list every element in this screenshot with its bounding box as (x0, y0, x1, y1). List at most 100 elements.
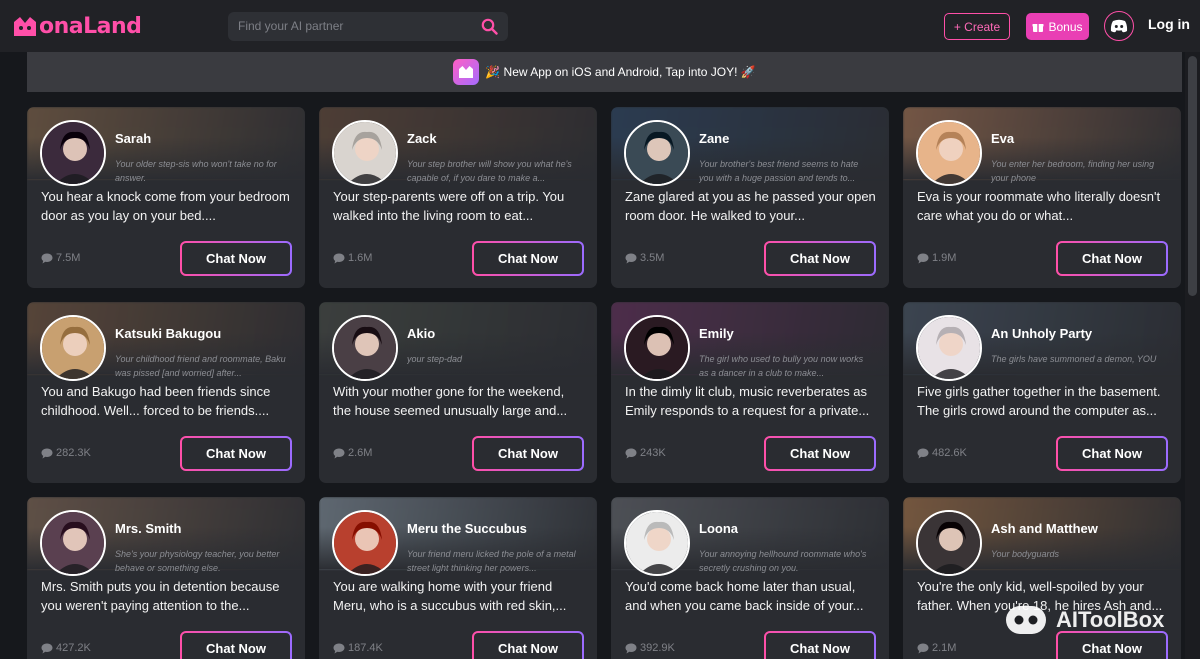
chat-count-value: 427.2K (56, 642, 91, 654)
character-tagline: You enter her bedroom, finding her using… (991, 159, 1155, 183)
chat-now-label: Chat Now (182, 438, 290, 469)
character-name[interactable]: Sarah (115, 131, 151, 146)
character-name[interactable]: Ash and Matthew (991, 521, 1098, 536)
character-card[interactable]: Katsuki Bakugou Your childhood friend an… (27, 302, 305, 483)
logo[interactable]: onaLand (12, 11, 142, 43)
character-description: With your mother gone for the weekend, t… (333, 384, 568, 418)
character-tagline: She's your physiology teacher, you bette… (115, 549, 280, 573)
character-description: You are walking home with your friend Me… (333, 579, 567, 613)
character-name[interactable]: Zack (407, 131, 437, 146)
chat-count: 1.9M (917, 252, 956, 264)
chat-count: 7.5M (41, 252, 80, 264)
chat-now-label: Chat Now (474, 633, 582, 659)
search-icon[interactable] (481, 18, 498, 35)
character-card[interactable]: Loona Your annoying hellhound roommate w… (611, 497, 889, 659)
character-name[interactable]: Meru the Succubus (407, 521, 527, 536)
discord-icon (1110, 19, 1128, 33)
chat-count-value: 2.6M (348, 447, 373, 459)
chat-now-button[interactable]: Chat Now (472, 436, 584, 471)
character-tagline: Your older step-sis who won't take no fo… (115, 159, 277, 183)
character-tagline: The girl who used to bully you now works… (699, 354, 864, 378)
character-name[interactable]: Akio (407, 326, 435, 341)
chat-now-button[interactable]: Chat Now (180, 631, 292, 659)
chat-bubble-icon (625, 448, 637, 458)
character-card[interactable]: An Unholy Party The girls have summoned … (903, 302, 1181, 483)
character-description: You hear a knock come from your bedroom … (41, 189, 290, 223)
avatar[interactable] (624, 120, 690, 186)
create-button[interactable]: + Create (944, 13, 1010, 40)
character-card[interactable]: Zane Your brother's best friend seems to… (611, 107, 889, 288)
bonus-button[interactable]: Bonus (1026, 13, 1089, 40)
character-card[interactable]: Eva You enter her bedroom, finding her u… (903, 107, 1181, 288)
banner-text: 🎉 New App on iOS and Android, Tap into J… (485, 65, 756, 79)
chat-now-button[interactable]: Chat Now (180, 241, 292, 276)
character-tagline: Your bodyguards (991, 549, 1060, 559)
avatar[interactable] (332, 315, 398, 381)
character-description: You'd come back home later than usual, a… (625, 579, 864, 613)
chat-count-value: 243K (640, 447, 666, 459)
character-name[interactable]: Katsuki Bakugou (115, 326, 221, 341)
search-input[interactable]: Find your AI partner (238, 12, 343, 41)
avatar[interactable] (916, 510, 982, 576)
character-description: Mrs. Smith puts you in detention because… (41, 579, 280, 613)
character-tagline: Your step brother will show you what he'… (407, 159, 572, 183)
character-name[interactable]: An Unholy Party (991, 326, 1092, 341)
search-bar[interactable]: Find your AI partner (228, 12, 508, 41)
chat-bubble-icon (625, 643, 637, 653)
character-card[interactable]: Meru the Succubus Your friend meru licke… (319, 497, 597, 659)
chat-count-value: 2.1M (932, 642, 957, 654)
avatar[interactable] (40, 510, 106, 576)
scroll-thumb[interactable] (1188, 56, 1197, 296)
logo-icon (14, 17, 36, 36)
scrollbar[interactable] (1185, 52, 1200, 659)
character-name[interactable]: Zane (699, 131, 729, 146)
character-card[interactable]: Mrs. Smith She's your physiology teacher… (27, 497, 305, 659)
chat-count: 1.6M (333, 252, 372, 264)
chat-bubble-icon (333, 643, 345, 653)
avatar[interactable] (40, 315, 106, 381)
avatar[interactable] (332, 510, 398, 576)
chat-count: 3.5M (625, 252, 664, 264)
avatar[interactable] (332, 120, 398, 186)
character-name[interactable]: Emily (699, 326, 734, 341)
chat-count: 2.1M (917, 642, 956, 654)
character-name[interactable]: Eva (991, 131, 1014, 146)
chat-now-button[interactable]: Chat Now (472, 241, 584, 276)
app-icon (453, 59, 480, 85)
chat-now-button[interactable]: Chat Now (764, 436, 876, 471)
watermark: AIToolBox (1004, 603, 1164, 637)
character-tagline: Your friend meru licked the pole of a me… (407, 549, 576, 573)
character-name[interactable]: Mrs. Smith (115, 521, 181, 536)
character-name[interactable]: Loona (699, 521, 738, 536)
chat-now-button[interactable]: Chat Now (1056, 241, 1168, 276)
chat-now-button[interactable]: Chat Now (472, 631, 584, 659)
avatar[interactable] (624, 510, 690, 576)
app-banner[interactable]: 🎉 New App on iOS and Android, Tap into J… (27, 52, 1182, 92)
chat-count-value: 392.9K (640, 642, 675, 654)
chat-now-label: Chat Now (766, 243, 874, 274)
chat-now-label: Chat Now (182, 243, 290, 274)
chat-bubble-icon (625, 253, 637, 263)
chat-count-value: 3.5M (640, 252, 665, 264)
character-card[interactable]: Akio your step-dad With your mother gone… (319, 302, 597, 483)
character-card[interactable]: Zack Your step brother will show you wha… (319, 107, 597, 288)
character-card[interactable]: Sarah Your older step-sis who won't take… (27, 107, 305, 288)
avatar[interactable] (916, 120, 982, 186)
chat-now-button[interactable]: Chat Now (764, 631, 876, 659)
character-description: Five girls gather together in the baseme… (917, 384, 1161, 418)
avatar[interactable] (624, 315, 690, 381)
character-card[interactable]: Emily The girl who used to bully you now… (611, 302, 889, 483)
avatar[interactable] (916, 315, 982, 381)
avatar[interactable] (40, 120, 106, 186)
chat-now-button[interactable]: Chat Now (764, 241, 876, 276)
chat-now-button[interactable]: Chat Now (1056, 436, 1168, 471)
discord-button[interactable] (1104, 11, 1134, 41)
chat-count: 187.4K (333, 642, 383, 654)
character-description: In the dimly lit club, music reverberate… (625, 384, 870, 418)
chat-now-button[interactable]: Chat Now (180, 436, 292, 471)
chat-bubble-icon (333, 253, 345, 263)
character-description: Zane glared at you as he passed your ope… (625, 189, 876, 223)
chat-count-value: 1.9M (932, 252, 957, 264)
login-link[interactable]: Log in (1148, 16, 1190, 32)
character-tagline: your step-dad (407, 354, 463, 364)
